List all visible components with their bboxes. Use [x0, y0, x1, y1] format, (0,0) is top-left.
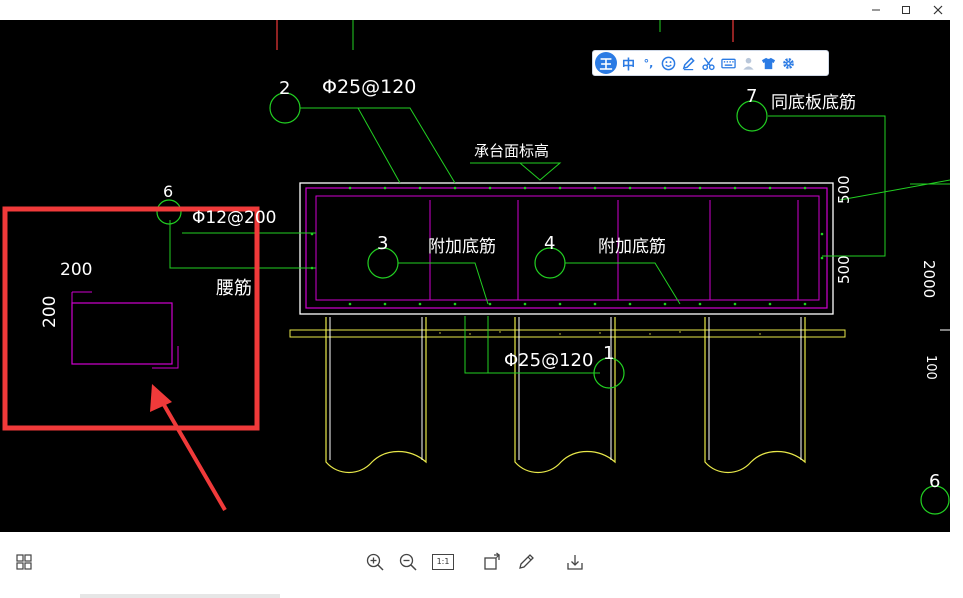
rotate-icon [484, 552, 500, 570]
dim-100: 100 [923, 355, 938, 380]
actual-size-button[interactable]: 1:1 [430, 550, 456, 574]
label-extra-bottom-a: 附加底筋 [428, 237, 496, 257]
viewer-toolbar: 1:1 [0, 532, 950, 598]
callout-6-right: 6 [929, 471, 941, 492]
actual-size-text: 1:1 [436, 557, 450, 566]
gear-icon [783, 57, 794, 69]
ime-mode-button[interactable]: 中 [620, 53, 637, 73]
emoji-icon [661, 56, 676, 70]
label-same-bottom: 同底板底筋 [771, 93, 856, 113]
ime-emoji-button[interactable] [660, 53, 677, 73]
pen-icon [682, 56, 695, 70]
zoom-out-button[interactable] [396, 550, 420, 574]
label-waist-bar: Φ12@200 [192, 208, 277, 228]
ime-logo[interactable]: 王 [595, 52, 617, 74]
callout-1: 1 [603, 343, 615, 364]
callout-7: 7 [746, 86, 758, 107]
ime-skin-button[interactable] [760, 53, 777, 73]
rotate-button[interactable] [480, 550, 504, 574]
detail-height-label: 200 [40, 295, 60, 328]
ime-pen-button[interactable] [680, 53, 697, 73]
label-bar-1: Φ25@120 [504, 350, 594, 371]
ime-user-button[interactable] [740, 53, 757, 73]
taskbar-strip [80, 594, 280, 598]
label-waist-text: 腰筋 [216, 278, 252, 299]
ime-punct-button[interactable]: °, [640, 53, 657, 73]
title-bar [0, 0, 963, 20]
maximize-button[interactable] [891, 0, 921, 20]
dim-2000: 2000 [920, 260, 938, 299]
detail-width-label: 200 [60, 260, 93, 280]
close-icon [933, 5, 943, 15]
maximize-icon [902, 6, 910, 14]
grid-view-button[interactable] [12, 550, 36, 574]
download-icon [567, 555, 583, 570]
ime-keyboard-button[interactable] [720, 53, 737, 73]
scissors-icon [702, 56, 715, 70]
minimize-button[interactable] [861, 0, 891, 20]
ime-toolbar[interactable]: 王 中 °, [592, 50, 829, 76]
callout-3: 3 [377, 233, 389, 254]
cad-drawing-canvas[interactable]: Φ25@120 承台面标高 同底板底筋 Φ12@200 腰筋 附加底筋 附加底筋… [0, 20, 950, 532]
callout-4: 4 [544, 233, 556, 254]
callout-2: 2 [279, 78, 291, 99]
edit-button[interactable] [514, 550, 538, 574]
label-extra-bottom-b: 附加底筋 [598, 237, 666, 257]
ime-settings-button[interactable] [780, 53, 797, 73]
dim-500-bottom: 500 [835, 255, 853, 284]
user-icon [743, 57, 754, 70]
download-button[interactable] [563, 550, 587, 574]
grid-view-icon [16, 554, 32, 570]
keyboard-icon [721, 58, 736, 68]
callout-6: 6 [163, 182, 174, 201]
minimize-icon [872, 9, 880, 11]
actual-size-icon: 1:1 [432, 554, 454, 570]
ime-scissors-button[interactable] [700, 53, 717, 73]
zoom-in-icon [366, 553, 384, 571]
dim-500-top: 500 [835, 175, 853, 204]
label-bar-2: Φ25@120 [322, 76, 417, 98]
shirt-icon [761, 57, 776, 69]
edit-icon [519, 554, 534, 569]
zoom-in-button[interactable] [363, 550, 387, 574]
label-cap-elevation: 承台面标高 [474, 142, 550, 160]
vertical-scroll-area[interactable] [950, 20, 963, 598]
close-button[interactable] [923, 0, 953, 20]
zoom-out-icon [399, 553, 417, 571]
